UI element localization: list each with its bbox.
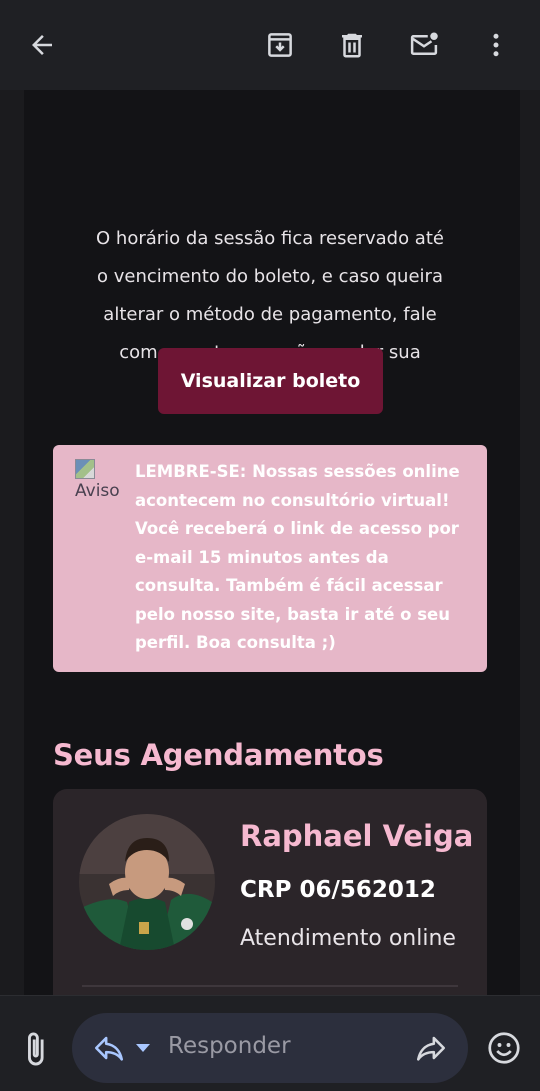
notice-text: LEMBRE-SE: Nossas sessões online acontec… [135, 462, 460, 652]
reminder-notice: Aviso LEMBRE-SE: Nossas sessões online a… [53, 445, 487, 672]
appointment-mode: Atendimento online [240, 926, 456, 951]
avatar [79, 814, 215, 950]
more-vertical-icon [493, 33, 499, 57]
more-options-button[interactable] [470, 19, 522, 71]
email-body: O horário da sessão fica reservado até o… [24, 90, 520, 995]
reply-field[interactable]: Responder [72, 1013, 468, 1083]
avatar-photo [79, 814, 215, 950]
notice-image-alt: Aviso [75, 481, 120, 501]
notice-image: Aviso [75, 459, 127, 507]
appointment-card: Raphael Veiga CRP 06/562012 Atendimento … [53, 789, 487, 995]
mark-unread-button[interactable] [398, 19, 450, 71]
delete-button[interactable] [326, 19, 378, 71]
card-divider [82, 985, 458, 987]
email-app: O horário da sessão fica reservado até o… [0, 0, 540, 1091]
top-toolbar [0, 0, 540, 90]
archive-button[interactable] [254, 19, 306, 71]
archive-icon [268, 33, 292, 57]
appointments-title: Seus Agendamentos [53, 738, 384, 772]
psychologist-crp: CRP 06/562012 [240, 877, 436, 903]
mark-unread-icon [410, 32, 438, 55]
reply-placeholder: Responder [168, 1033, 291, 1059]
paragraph-line: o vencimento do boleto, e caso queira [97, 266, 443, 287]
psychologist-name: Raphael Veiga [240, 819, 474, 853]
paragraph-line: alterar o método de pagamento, fale [103, 304, 437, 325]
reply-bar: Responder [0, 995, 540, 1091]
back-button[interactable] [16, 19, 68, 71]
attachment-icon[interactable] [16, 1030, 54, 1068]
trash-icon [342, 33, 362, 58]
emoji-icon[interactable] [486, 1030, 522, 1066]
view-boleto-button[interactable]: Visualizar boleto [158, 348, 383, 414]
chevron-down-icon[interactable] [134, 1041, 152, 1055]
margin-left [0, 90, 24, 995]
back-arrow-icon [32, 35, 52, 55]
paragraph-line: O horário da sessão fica reservado até [96, 228, 444, 249]
forward-icon[interactable] [414, 1031, 448, 1065]
reply-icon[interactable] [92, 1031, 126, 1065]
broken-image-icon [75, 459, 95, 479]
margin-right [520, 90, 540, 995]
